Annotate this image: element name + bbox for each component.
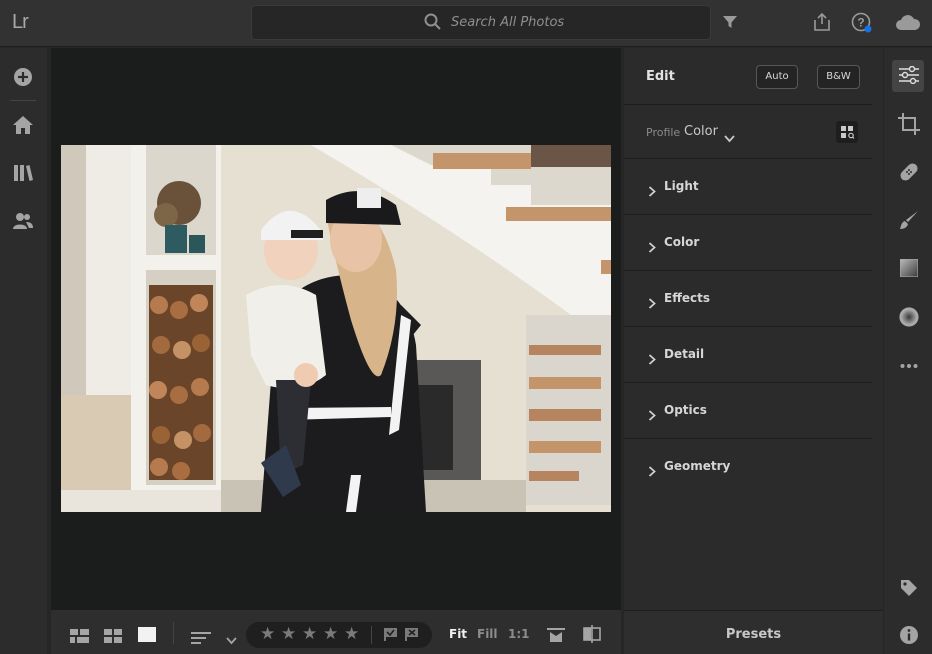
profile-chevron-down-icon[interactable] (724, 128, 735, 147)
rating-and-flags: ★ ★ ★ ★ ★ (246, 622, 432, 648)
before-after-icon[interactable] (583, 625, 601, 647)
edit-panel-title: Edit (646, 69, 675, 84)
search-icon (424, 13, 442, 35)
search-bar[interactable]: Search All Photos (251, 5, 711, 40)
chevron-right-icon (648, 406, 656, 425)
section-label: Detail (664, 347, 705, 361)
section-color[interactable]: Color (624, 215, 872, 271)
filter-icon[interactable] (722, 14, 738, 34)
radial-gradient-icon[interactable] (899, 307, 919, 331)
help-icon[interactable]: ? (851, 12, 873, 38)
rating-star-4[interactable]: ★ (323, 624, 338, 644)
brush-icon[interactable] (899, 210, 919, 234)
flags-divider (371, 626, 372, 644)
detail-view-icon[interactable] (138, 627, 156, 646)
section-label: Optics (664, 403, 707, 417)
presets-button[interactable]: Presets (624, 610, 883, 654)
edit-sliders-icon[interactable] (899, 65, 919, 88)
cloud-icon[interactable] (895, 13, 921, 35)
tag-icon[interactable] (900, 579, 918, 601)
panel-divider (624, 104, 872, 105)
chevron-right-icon (648, 182, 656, 201)
compare-icon[interactable] (547, 627, 565, 646)
top-bar: Lr Search All Photos ? (0, 0, 932, 47)
chevron-right-icon (648, 462, 656, 481)
edit-panel: Edit Auto B&W Profile Color Light Color … (624, 48, 883, 610)
section-effects[interactable]: Effects (624, 271, 872, 327)
pick-flag-icon[interactable] (383, 627, 398, 646)
people-icon[interactable] (12, 211, 34, 235)
chevron-right-icon (648, 294, 656, 313)
photo-grid-icon[interactable] (104, 628, 122, 647)
chevron-right-icon (648, 350, 656, 369)
sort-icon[interactable] (191, 629, 211, 648)
add-photos-icon[interactable] (12, 66, 34, 92)
rail-divider (10, 100, 36, 101)
auto-button[interactable]: Auto (756, 65, 798, 89)
rating-star-2[interactable]: ★ (281, 624, 296, 644)
rating-star-3[interactable]: ★ (302, 624, 317, 644)
right-rail (884, 48, 932, 654)
zoom-one-to-one[interactable]: 1:1 (508, 627, 530, 641)
app-logo: Lr (12, 11, 29, 33)
share-icon[interactable] (813, 12, 831, 36)
section-label: Color (664, 235, 700, 249)
profile-dropdown[interactable]: Color (684, 124, 718, 139)
sort-dropdown-chevron-icon[interactable] (226, 630, 237, 649)
section-optics[interactable]: Optics (624, 383, 872, 439)
home-icon[interactable] (12, 115, 34, 139)
library-icon[interactable] (12, 163, 34, 187)
more-icon[interactable] (900, 354, 918, 373)
crop-icon[interactable] (898, 113, 920, 139)
toolbar-divider (173, 622, 174, 644)
section-light[interactable]: Light (624, 159, 872, 215)
info-icon[interactable] (899, 625, 919, 649)
presets-label: Presets (725, 627, 782, 642)
profile-label: Profile (646, 126, 681, 139)
section-label: Light (664, 179, 699, 193)
linear-gradient-icon[interactable] (899, 258, 919, 281)
section-label: Effects (664, 291, 711, 305)
chevron-right-icon (648, 238, 656, 257)
search-input[interactable]: Search All Photos (451, 15, 564, 30)
zoom-fit[interactable]: Fit (449, 627, 467, 641)
section-detail[interactable]: Detail (624, 327, 872, 383)
left-rail (0, 48, 47, 654)
square-grid-icon[interactable] (70, 628, 89, 647)
main-photo[interactable] (61, 145, 611, 512)
bw-button[interactable]: B&W (817, 65, 860, 89)
reject-flag-icon[interactable] (404, 627, 419, 646)
svg-text:?: ? (857, 16, 864, 30)
section-label: Geometry (664, 459, 731, 473)
zoom-fill[interactable]: Fill (477, 627, 498, 641)
bottom-toolbar: ★ ★ ★ ★ ★ Fit Fill 1:1 (51, 610, 621, 654)
rating-star-1[interactable]: ★ (260, 624, 275, 644)
healing-icon[interactable] (898, 161, 920, 187)
profile-browser-icon[interactable] (836, 121, 858, 143)
section-geometry[interactable]: Geometry (624, 439, 872, 495)
rating-star-5[interactable]: ★ (344, 624, 359, 644)
